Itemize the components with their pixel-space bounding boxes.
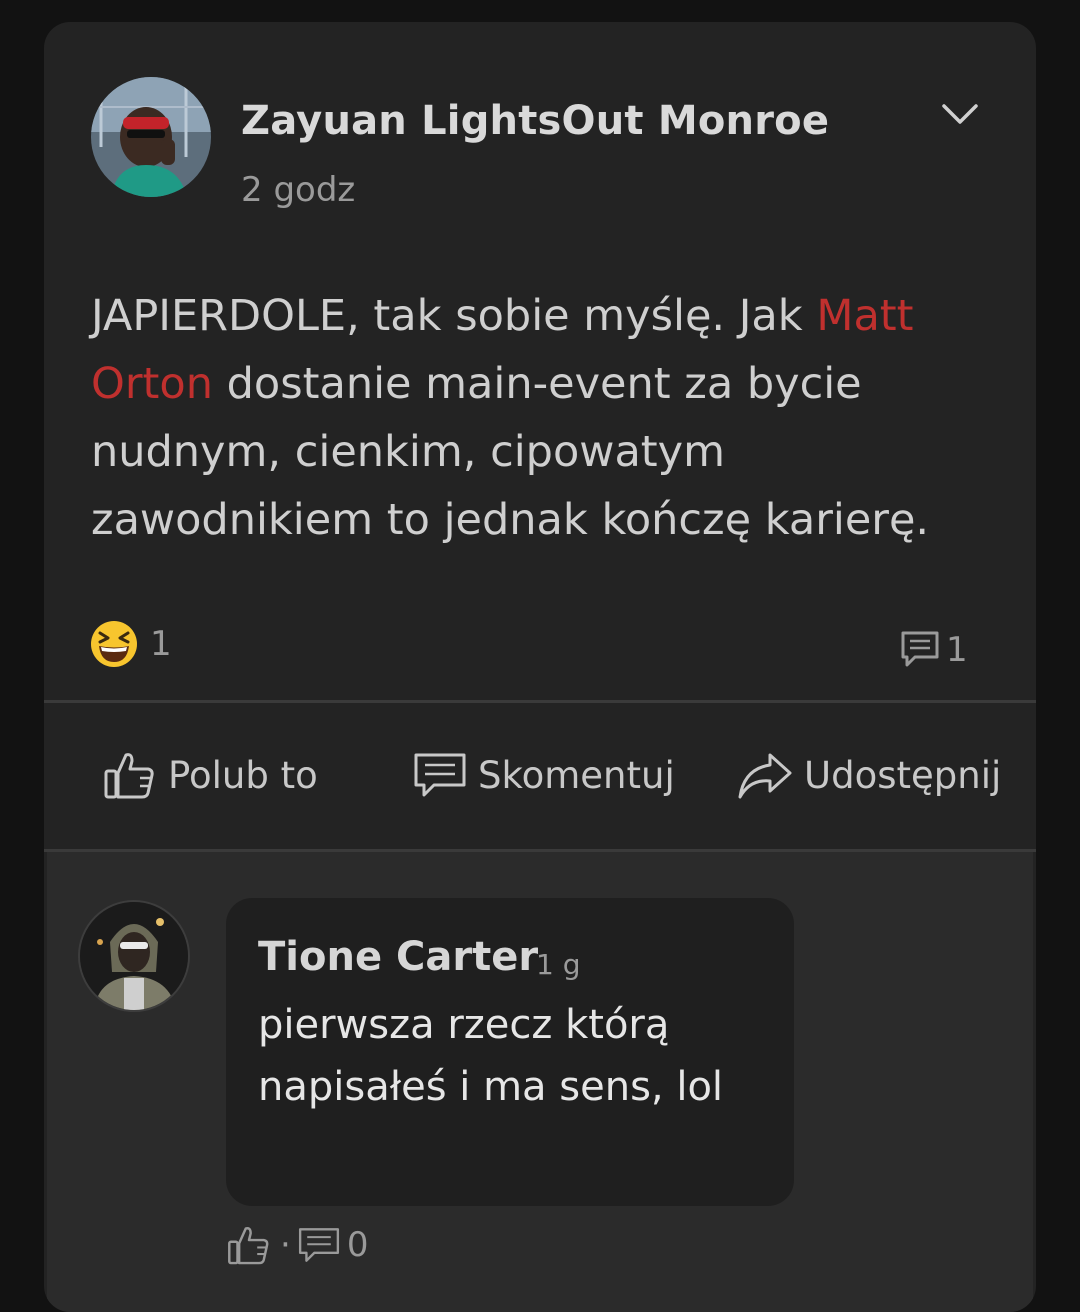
commenter-name[interactable]: Tione Carter: [258, 934, 538, 980]
post-text-part: dostanie main-event za bycie nudnym, cie…: [91, 359, 930, 545]
share-button[interactable]: Udostępnij: [736, 740, 1001, 810]
post-timestamp: 2 godz: [241, 170, 356, 210]
laughing-emoji-icon[interactable]: [90, 620, 138, 668]
comment-bubble: Tione Carter 1 g pierwsza rzecz którą na…: [226, 898, 794, 1206]
commenter-avatar[interactable]: [78, 900, 190, 1012]
comment-button-label: Skomentuj: [478, 753, 675, 797]
comment-button[interactable]: Skomentuj: [412, 740, 675, 810]
reaction-count[interactable]: 1: [150, 624, 172, 664]
reply-icon[interactable]: [297, 1223, 341, 1267]
post-author-name[interactable]: Zayuan LightsOut Monroe: [241, 98, 829, 144]
divider: [44, 700, 1036, 703]
comments-section: Tione Carter 1 g pierwsza rzecz którą na…: [47, 852, 1033, 1312]
comment-text: pierwsza rzecz którą napisałeś i ma sens…: [258, 1002, 724, 1110]
reply-count[interactable]: 0: [347, 1225, 369, 1265]
chevron-down-icon[interactable]: [940, 100, 980, 130]
thumbs-up-icon: [104, 753, 154, 799]
share-arrow-icon: [738, 753, 792, 799]
post-text: JAPIERDOLE, tak sobie myślę. Jak Matt Or…: [91, 282, 991, 554]
like-button[interactable]: Polub to: [102, 740, 318, 810]
share-button-label: Udostępnij: [804, 753, 1002, 797]
like-button-label: Polub to: [168, 753, 318, 797]
comment-timestamp: 1 g: [536, 948, 581, 981]
post-card: Zayuan LightsOut Monroe 2 godz JAPIERDOL…: [44, 22, 1036, 1312]
comment-icon[interactable]: [899, 629, 941, 669]
post-text-part: JAPIERDOLE, tak sobie myślę. Jak: [91, 291, 817, 341]
comment-count[interactable]: 1: [946, 630, 968, 670]
comment-bubble-icon: [414, 753, 466, 797]
author-avatar[interactable]: [91, 77, 211, 197]
thumbs-up-icon[interactable]: [226, 1222, 272, 1268]
separator: ·: [280, 1225, 291, 1265]
comment-actions: · 0: [226, 1220, 368, 1270]
